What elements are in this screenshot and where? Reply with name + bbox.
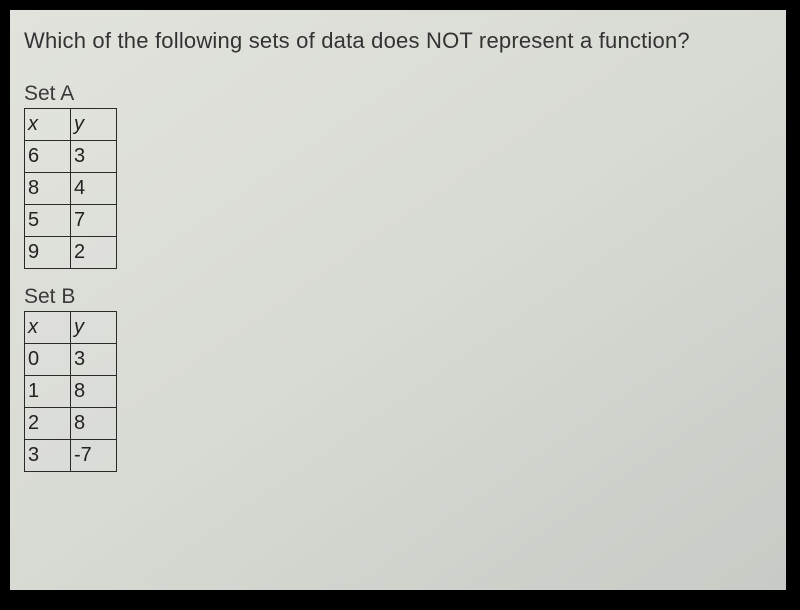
cell-y: 4 bbox=[71, 173, 117, 205]
table-row: 2 8 bbox=[25, 408, 117, 440]
table-row: 1 8 bbox=[25, 376, 117, 408]
question-text: Which of the following sets of data does… bbox=[24, 28, 774, 54]
cell-y: 3 bbox=[71, 344, 117, 376]
set-b-table: x y 0 3 1 8 2 8 3 -7 bbox=[24, 311, 117, 472]
table-row: 8 4 bbox=[25, 173, 117, 205]
table-header-row: x y bbox=[25, 109, 117, 141]
cell-x: 3 bbox=[25, 440, 71, 472]
table-header-row: x y bbox=[25, 312, 117, 344]
cell-x: 9 bbox=[25, 237, 71, 269]
table-row: 0 3 bbox=[25, 344, 117, 376]
cell-y: -7 bbox=[71, 440, 117, 472]
cell-x: 5 bbox=[25, 205, 71, 237]
cell-y: 2 bbox=[71, 237, 117, 269]
worksheet-screen: Which of the following sets of data does… bbox=[10, 10, 786, 590]
cell-x: 0 bbox=[25, 344, 71, 376]
cell-x: 2 bbox=[25, 408, 71, 440]
col-header-x: x bbox=[25, 109, 71, 141]
cell-y: 8 bbox=[71, 376, 117, 408]
col-header-x: x bbox=[25, 312, 71, 344]
set-a-table: x y 6 3 8 4 5 7 9 2 bbox=[24, 108, 117, 269]
set-b-label: Set B bbox=[24, 285, 774, 309]
cell-x: 8 bbox=[25, 173, 71, 205]
cell-y: 3 bbox=[71, 141, 117, 173]
table-row: 5 7 bbox=[25, 205, 117, 237]
cell-x: 6 bbox=[25, 141, 71, 173]
table-row: 3 -7 bbox=[25, 440, 117, 472]
set-a-block: Set A x y 6 3 8 4 5 7 9 2 bbox=[24, 82, 774, 269]
cell-x: 1 bbox=[25, 376, 71, 408]
col-header-y: y bbox=[71, 109, 117, 141]
table-row: 9 2 bbox=[25, 237, 117, 269]
set-b-block: Set B x y 0 3 1 8 2 8 3 -7 bbox=[24, 285, 774, 472]
cell-y: 7 bbox=[71, 205, 117, 237]
cell-y: 8 bbox=[71, 408, 117, 440]
set-a-label: Set A bbox=[24, 82, 774, 106]
col-header-y: y bbox=[71, 312, 117, 344]
table-row: 6 3 bbox=[25, 141, 117, 173]
